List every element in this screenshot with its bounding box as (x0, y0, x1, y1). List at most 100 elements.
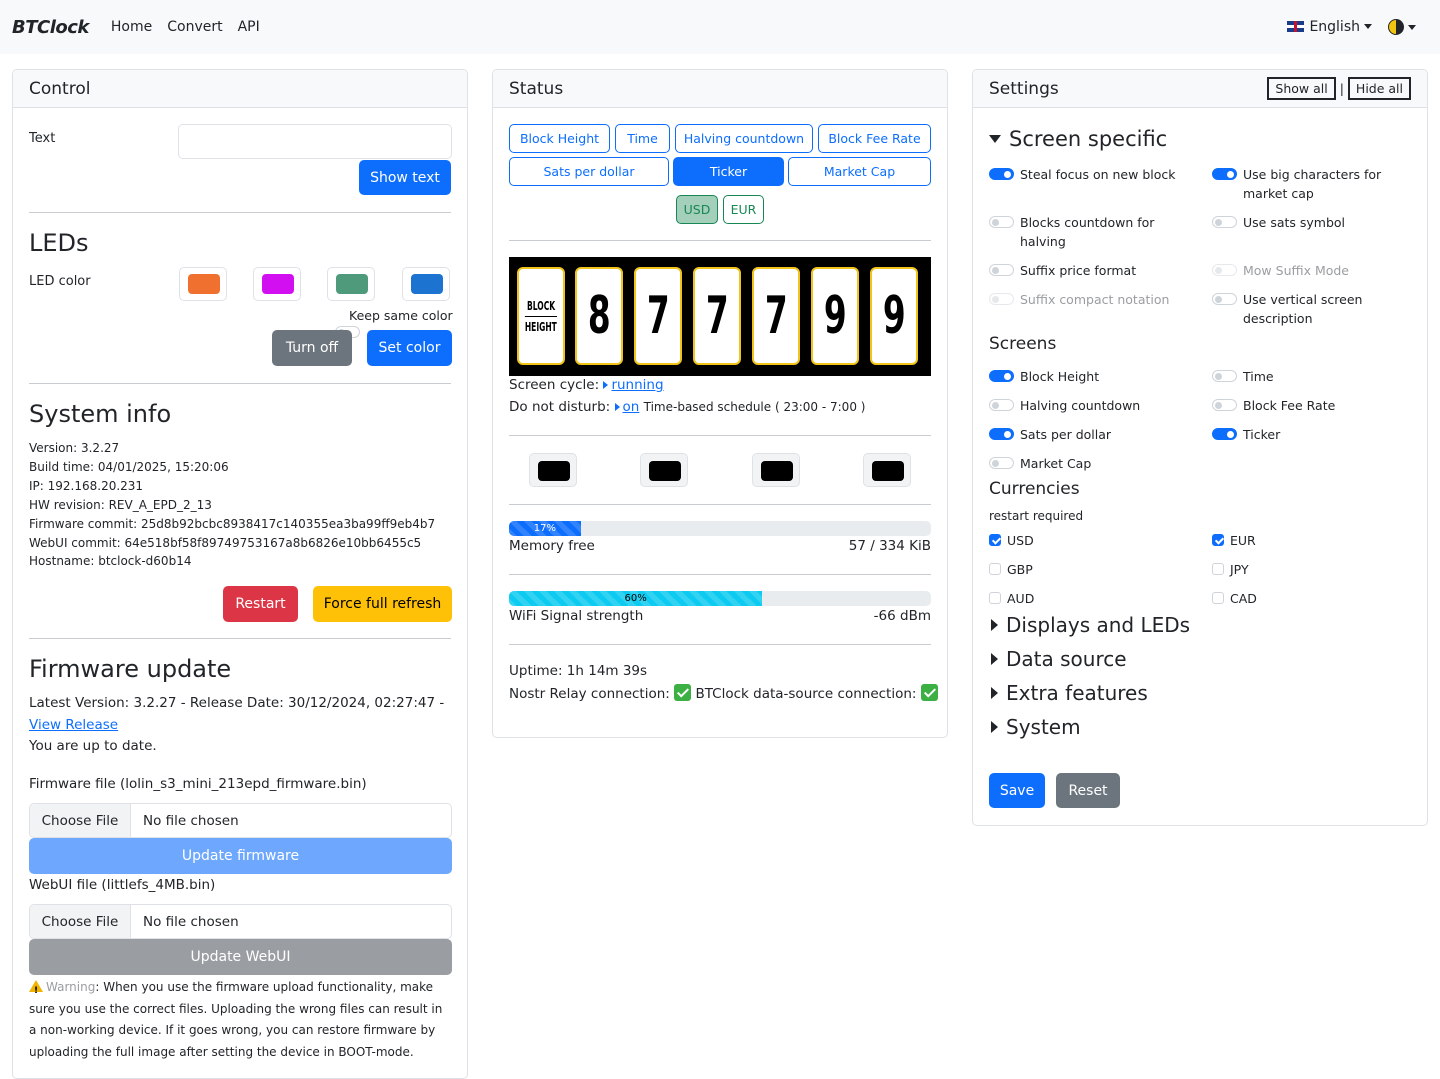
show-text-button[interactable]: Show text (359, 160, 451, 195)
currency-check-eur[interactable]: EUR (1212, 531, 1256, 550)
toggle-suffix-price[interactable]: Suffix price format (989, 261, 1189, 280)
screen-button-time[interactable]: Time (615, 124, 670, 153)
restart-button[interactable]: Restart (223, 586, 298, 622)
screen-toggle-block-fee-rate[interactable]: Block Fee Rate (1212, 396, 1412, 415)
screen-button-sats-per-dollar[interactable]: Sats per dollar (509, 157, 669, 186)
section-system[interactable]: System (991, 715, 1081, 739)
theme-dropdown[interactable] (1388, 18, 1416, 36)
screen-cycle-toggle-link[interactable]: running (603, 377, 664, 393)
up-to-date-text: You are up to date. (29, 738, 157, 754)
screen-button-block-height[interactable]: Block Height (509, 124, 610, 153)
nav-convert[interactable]: Convert (167, 19, 222, 35)
no-file-chosen-text: No file chosen (143, 812, 239, 829)
settings-card-header: Settings Show all | Hide all (973, 70, 1427, 108)
clock-display: BLOCK HEIGHT 8 7 7 7 9 9 (509, 257, 931, 376)
display-digit-4: 7 (752, 267, 800, 365)
warning-text: Warning: When you use the firmware uploa… (29, 977, 449, 1063)
toggle-big-characters[interactable]: Use big characters for market cap (1212, 165, 1412, 203)
section-displays-and-leds[interactable]: Displays and LEDs (991, 613, 1190, 637)
currency-check-usd[interactable]: USD (989, 531, 1034, 550)
toggle-sats-symbol[interactable]: Use sats symbol (1212, 213, 1412, 232)
control-card-body: Text Show text LEDs LED color Keep same … (13, 108, 467, 1078)
show-all-button[interactable]: Show all (1267, 77, 1336, 100)
caret-right-icon (991, 721, 998, 733)
screen-toggle-sats-per-dollar[interactable]: Sats per dollar (989, 425, 1189, 444)
currencies-heading: Currencies (989, 479, 1080, 499)
led-indicator-3 (752, 453, 800, 487)
keep-same-color-label: Keep same color (349, 308, 453, 323)
toggle-blocks-countdown[interactable]: Blocks countdown for halving (989, 213, 1189, 251)
display-digit-1: 8 (575, 267, 623, 365)
system-info-version: Version: 3.2.27 (29, 441, 120, 455)
language-dropdown[interactable]: English (1287, 19, 1372, 35)
screen-button-market-cap[interactable]: Market Cap (788, 157, 931, 186)
set-color-button[interactable]: Set color (367, 330, 452, 366)
firmware-file-label: Firmware file (lolin_s3_mini_213epd_firm… (29, 776, 367, 792)
led-color-picker-1[interactable] (179, 267, 227, 301)
firmware-file-input[interactable]: Choose File No file chosen (29, 803, 452, 838)
wifi-progress-bar: 60% (509, 591, 763, 606)
system-info-ip: IP: 192.168.20.231 (29, 478, 144, 493)
webui-file-input[interactable]: Choose File No file chosen (29, 904, 452, 939)
text-input[interactable] (178, 124, 452, 159)
uptime-text: Uptime: 1h 14m 39s (509, 663, 648, 679)
screen-button-ticker[interactable]: Ticker (673, 157, 784, 186)
nostr-connected-check-icon (674, 684, 692, 701)
turn-off-button[interactable]: Turn off (272, 330, 352, 366)
memory-progress-bar: 17% (509, 521, 581, 536)
firmware-update-heading: Firmware update (29, 655, 232, 683)
led-color-picker-3[interactable] (327, 267, 375, 301)
section-screen-specific[interactable]: Screen specific (989, 127, 1167, 151)
system-info-hw-revision: HW revision: REV_A_EPD_2_13 (29, 497, 212, 512)
reset-button[interactable]: Reset (1056, 773, 1120, 808)
choose-file-button[interactable]: Choose File (30, 905, 131, 938)
section-extra-features[interactable]: Extra features (991, 681, 1148, 705)
choose-file-button[interactable]: Choose File (30, 804, 131, 837)
do-not-disturb-row: Do not disturb: on Time-based schedule (… (509, 399, 866, 415)
chevron-down-icon (1364, 24, 1372, 29)
screen-toggle-market-cap[interactable]: Market Cap (989, 454, 1189, 473)
dnd-toggle-link[interactable]: on (614, 399, 639, 415)
toggle-vertical-description[interactable]: Use vertical screen description (1212, 290, 1412, 328)
play-icon (614, 403, 620, 411)
led-color-picker-4[interactable] (402, 267, 450, 301)
toggle-steal-focus[interactable]: Steal focus on new block (989, 165, 1189, 184)
currency-check-gbp[interactable]: GBP (989, 560, 1033, 579)
screen-toggle-time[interactable]: Time (1212, 367, 1412, 386)
view-release-link[interactable]: View Release (29, 717, 118, 733)
nav-api[interactable]: API (238, 19, 260, 35)
section-data-source[interactable]: Data source (991, 647, 1127, 671)
latest-version-text: Latest Version: 3.2.27 - Release Date: 3… (29, 695, 445, 711)
currency-button-eur[interactable]: EUR (723, 195, 764, 224)
force-full-refresh-button[interactable]: Force full refresh (313, 586, 452, 622)
leds-heading: LEDs (29, 229, 89, 257)
memory-value: 57 / 334 KiB (848, 538, 931, 554)
currency-check-cad[interactable]: CAD (1212, 589, 1257, 608)
no-file-chosen-text: No file chosen (143, 913, 239, 930)
settings-card-body: Screen specific Steal focus on new block… (973, 108, 1427, 825)
currency-check-aud[interactable]: AUD (989, 589, 1034, 608)
brand-logo[interactable]: BTClock (12, 17, 89, 38)
system-info-webui-commit: WebUI commit: 64e518bf58f89749753167a8b6… (29, 535, 422, 550)
nav-home[interactable]: Home (111, 19, 152, 35)
currency-check-jpy[interactable]: JPY (1212, 560, 1249, 579)
caret-down-icon (989, 135, 1001, 143)
led-color-picker-2[interactable] (253, 267, 301, 301)
screen-button-block-fee-rate[interactable]: Block Fee Rate (818, 124, 931, 153)
screen-toggle-block-height[interactable]: Block Height (989, 367, 1189, 386)
screen-toggle-ticker[interactable]: Ticker (1212, 425, 1412, 444)
toggle-mow-suffix: Mow Suffix Mode (1212, 261, 1412, 280)
screen-button-halving-countdown[interactable]: Halving countdown (675, 124, 813, 153)
update-webui-button[interactable]: Update WebUI (29, 939, 452, 975)
wifi-value: -66 dBm (873, 608, 931, 624)
hide-all-button[interactable]: Hide all (1347, 77, 1411, 100)
currency-button-usd[interactable]: USD (676, 195, 718, 224)
led-color-label: LED color (29, 274, 91, 289)
display-digit-3: 7 (693, 267, 741, 365)
screen-toggle-halving-countdown[interactable]: Halving countdown (989, 396, 1189, 415)
status-card-header: Status (493, 70, 947, 108)
save-button[interactable]: Save (989, 773, 1045, 808)
update-firmware-button[interactable]: Update firmware (29, 838, 452, 874)
system-info-firmware-commit: Firmware commit: 25d8b92bcbc8938417c1403… (29, 516, 436, 531)
caret-right-icon (991, 687, 998, 699)
